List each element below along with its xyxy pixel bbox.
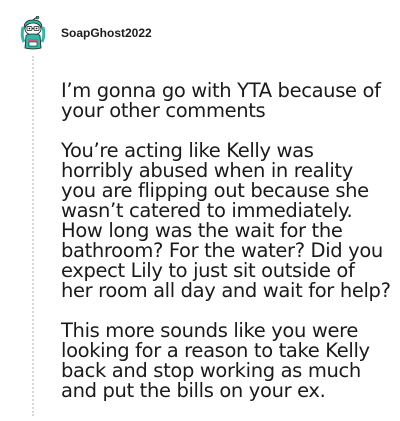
comment-paragraph-3: This more sounds like you were looking f… bbox=[61, 319, 370, 402]
comment-card: SoapGhost2022 I’m gonna go with YTA beca… bbox=[0, 0, 400, 416]
comment-author[interactable]: SoapGhost2022 bbox=[61, 26, 152, 40]
snoo-avatar-icon[interactable] bbox=[18, 16, 48, 50]
comment-body: I’m gonna go with YTA because of your ot… bbox=[61, 81, 391, 421]
comment-paragraph-2: You’re acting like Kelly was horribly ab… bbox=[61, 139, 391, 302]
comment-paragraph-1: I’m gonna go with YTA because of your ot… bbox=[61, 79, 381, 122]
thread-line[interactable] bbox=[32, 56, 34, 416]
comment-header: SoapGhost2022 bbox=[18, 16, 152, 50]
